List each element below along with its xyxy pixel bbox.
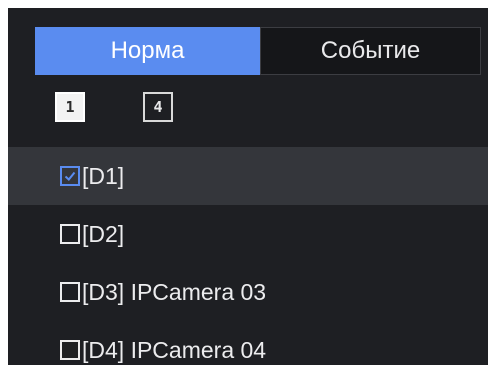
channel-item-d1[interactable]: [D1] — [8, 147, 488, 205]
checkbox-unchecked-icon[interactable] — [60, 340, 80, 360]
view-mode-tabs: Норма Событие — [35, 27, 481, 75]
channel-list: [D1] [D2] [D3] IPCamera 03 [D4] IPCamera… — [8, 147, 488, 379]
channel-panel: Норма Событие 1 4 [D1] [D2] [D3] IPCamer… — [8, 8, 488, 365]
channel-item-d2[interactable]: [D2] — [8, 205, 488, 263]
layout-4-button[interactable]: 4 — [143, 92, 173, 122]
tab-normal[interactable]: Норма — [35, 27, 260, 75]
channel-item-d3[interactable]: [D3] IPCamera 03 — [8, 263, 488, 321]
checkbox-unchecked-icon[interactable] — [60, 282, 80, 302]
channel-label: [D4] IPCamera 04 — [82, 336, 267, 363]
checkbox-unchecked-icon[interactable] — [60, 224, 80, 244]
checkbox-checked-icon[interactable] — [60, 166, 80, 186]
tab-event[interactable]: Событие — [260, 27, 481, 75]
channel-label: [D1] — [82, 162, 125, 189]
channel-label: [D3] IPCamera 03 — [82, 278, 267, 305]
channel-label: [D2] — [82, 220, 125, 247]
layout-1-button[interactable]: 1 — [55, 92, 85, 122]
channel-item-d4[interactable]: [D4] IPCamera 04 — [8, 321, 488, 379]
